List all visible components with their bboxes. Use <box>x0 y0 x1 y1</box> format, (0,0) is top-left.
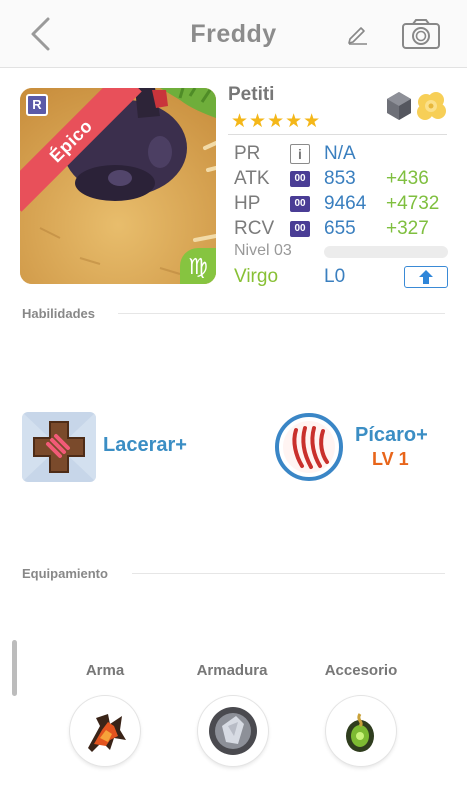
arrow-up-icon <box>419 270 433 284</box>
stat-value: 853 <box>324 168 356 189</box>
abilities-divider <box>118 313 445 314</box>
skill-1-name: Lacerar+ <box>103 434 187 456</box>
limit-break-label: L0 <box>324 266 346 287</box>
lacerate-icon <box>22 412 96 482</box>
upgrade-button[interactable] <box>404 266 448 288</box>
stat-bonus: +4732 <box>386 193 440 214</box>
armor-slot[interactable] <box>198 696 268 766</box>
zodiac-name: Virgo <box>234 266 279 287</box>
stats-divider <box>228 134 447 135</box>
stat-label: RCV <box>234 218 275 239</box>
abilities-heading: Habilidades <box>22 306 95 321</box>
equip-label-weapon: Arma <box>85 662 125 679</box>
info-icon[interactable]: i <box>290 144 310 164</box>
stone-icon <box>387 92 411 120</box>
page-title: Freddy <box>190 20 277 48</box>
zodiac-badge: ♍ <box>180 248 216 284</box>
stat-row-rcv: RCV 00 655 +327 <box>234 218 449 242</box>
stat-row-atk: ATK 00 853 +436 <box>234 168 449 192</box>
scrollbar[interactable] <box>12 640 17 696</box>
skill-1-button[interactable] <box>22 412 96 482</box>
level-progress-bar <box>324 246 448 258</box>
skill-2-level: LV 1 <box>372 449 409 469</box>
character-portrait[interactable]: R Épico ♍ <box>20 88 216 284</box>
stat-row-hp: HP 00 9464 +4732 <box>234 193 449 217</box>
stat-label: ATK <box>234 168 270 189</box>
stat-bonus: +436 <box>386 168 429 189</box>
equip-label-armor: Armadura <box>196 662 268 679</box>
camera-icon <box>402 19 440 49</box>
cloud-icon <box>417 92 446 120</box>
pencil-icon <box>348 27 367 45</box>
skill-2-name: Pícaro+ <box>355 424 428 446</box>
level-label: Nivel 03 <box>234 242 292 259</box>
stat-badge: 00 <box>290 196 310 212</box>
accessory-slot[interactable] <box>326 696 396 766</box>
weapon-slot[interactable] <box>70 696 140 766</box>
equipment-divider <box>132 573 445 574</box>
weapon-icon <box>88 714 126 752</box>
rarity-badge: R <box>26 94 48 116</box>
armor-icon <box>209 707 257 755</box>
stat-badge: 00 <box>290 221 310 237</box>
stat-row-pr: PR i N/A <box>234 143 449 167</box>
claw-icon <box>275 413 343 481</box>
skill-2-button[interactable] <box>274 412 344 482</box>
edit-button[interactable] <box>346 22 370 46</box>
stat-label: HP <box>234 193 261 214</box>
stat-value: 9464 <box>324 193 367 214</box>
character-name: Petiti <box>228 84 275 105</box>
camera-button[interactable] <box>401 18 441 50</box>
stat-bonus: +327 <box>386 218 429 239</box>
equipment-heading: Equipamiento <box>22 566 108 581</box>
star-rating: ★★★★★ <box>231 111 322 132</box>
header-bar: Freddy <box>0 0 467 68</box>
equip-label-accessory: Accesorio <box>324 662 398 679</box>
stat-value: 655 <box>324 218 356 239</box>
stat-badge: 00 <box>290 171 310 187</box>
stat-value: N/A <box>324 143 356 164</box>
accessory-icon <box>346 713 374 752</box>
stat-label: PR <box>234 143 261 164</box>
